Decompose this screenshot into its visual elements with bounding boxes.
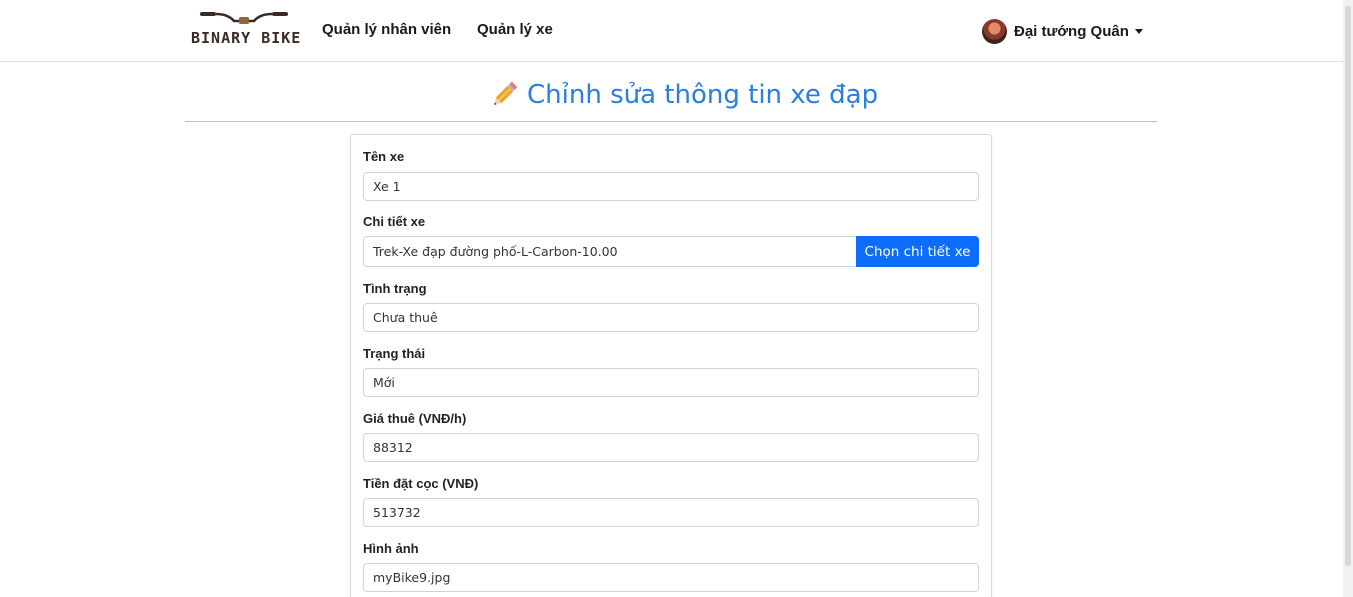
- status-input[interactable]: Mới: [363, 368, 979, 397]
- user-name: Đại tướng Quân: [1014, 22, 1129, 40]
- user-menu[interactable]: Đại tướng Quân: [982, 17, 1143, 45]
- bike-detail-label: Chi tiết xe: [363, 214, 426, 229]
- pencil-icon: [494, 81, 518, 105]
- condition-label: Tình trạng: [363, 281, 427, 296]
- scrollbar-thumb[interactable]: [1345, 6, 1351, 566]
- bike-detail-input[interactable]: Trek-Xe đạp đường phố-L-Carbon-10.00: [363, 236, 857, 267]
- image-input[interactable]: myBike9.jpg: [363, 563, 979, 592]
- page-scrollbar[interactable]: [1343, 0, 1353, 597]
- nav-bike-management[interactable]: Quản lý xe: [477, 21, 553, 38]
- condition-input[interactable]: Chưa thuê: [363, 303, 979, 332]
- nav-employee-management[interactable]: Quản lý nhân viên: [322, 21, 451, 38]
- image-label: Hình ảnh: [363, 541, 419, 556]
- deposit-input[interactable]: 513732: [363, 498, 979, 527]
- brand-name: BINARY BIKE: [191, 29, 302, 47]
- brand-logo[interactable]: BINARY BIKE: [191, 9, 302, 49]
- rental-price-label: Giá thuê (VNĐ/h): [363, 411, 467, 426]
- caret-down-icon: [1134, 28, 1143, 34]
- bike-edit-form: Tên xe Xe 1 Chi tiết xe Trek-Xe đạp đườn…: [350, 134, 992, 597]
- page-title-text: Chỉnh sửa thông tin xe đạp: [527, 80, 879, 110]
- rental-price-input[interactable]: 88312: [363, 433, 979, 462]
- status-label: Trạng thái: [363, 346, 426, 361]
- deposit-label: Tiền đặt cọc (VNĐ): [363, 476, 479, 491]
- avatar: [982, 18, 1007, 44]
- bike-name-input[interactable]: Xe 1: [363, 172, 979, 201]
- top-navbar: BINARY BIKE Quản lý nhân viên Quản lý xe…: [0, 0, 1343, 62]
- title-divider: [185, 121, 1157, 122]
- bike-name-label: Tên xe: [363, 149, 405, 164]
- handlebar-icon: [200, 12, 288, 24]
- page-title: Chỉnh sửa thông tin xe đạp: [490, 80, 878, 110]
- choose-bike-detail-button[interactable]: Chọn chi tiết xe: [856, 236, 979, 267]
